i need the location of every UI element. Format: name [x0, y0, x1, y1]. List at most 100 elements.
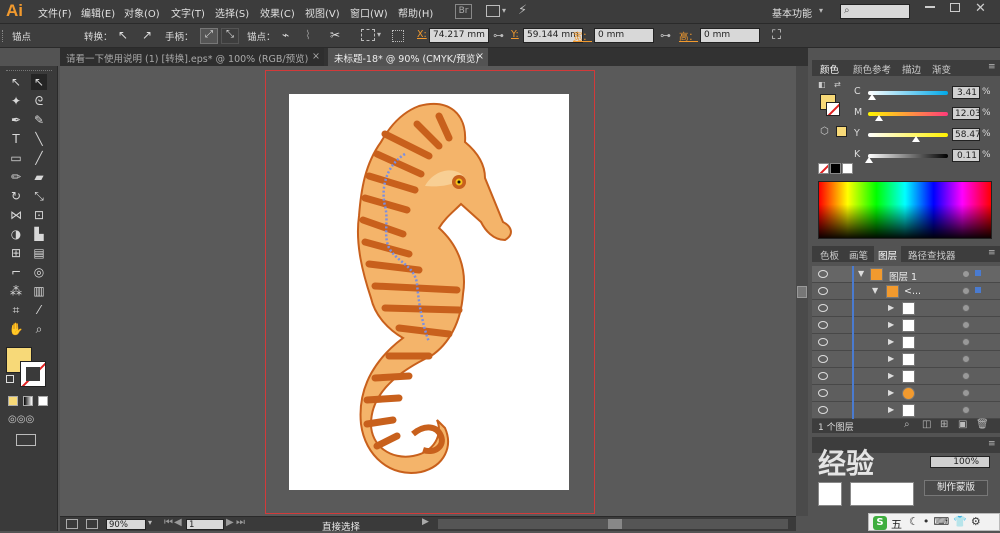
group-name[interactable]: <... — [904, 286, 921, 297]
expand-icon[interactable]: ▶ — [888, 405, 894, 414]
new-sublayer-icon[interactable]: ⊞ — [940, 419, 948, 430]
visibility-eye-icon[interactable] — [818, 321, 828, 329]
slice-tool-icon[interactable]: ⁄ — [31, 302, 47, 318]
menu-select[interactable]: 选择(S) — [215, 5, 249, 20]
page-field[interactable]: 1 — [186, 519, 224, 530]
expand-icon[interactable]: ▼ — [872, 286, 878, 295]
selection-indicator[interactable] — [975, 287, 981, 293]
height-field[interactable]: 0 mm — [700, 28, 760, 43]
target-icon[interactable] — [962, 338, 970, 346]
symbol-sprayer-tool-icon[interactable]: ⁂ — [8, 283, 24, 299]
cut-path-icon[interactable]: ✂ — [330, 28, 340, 42]
expand-icon[interactable]: ▶ — [888, 354, 894, 363]
connect-anchors-icon[interactable]: ⌇ — [305, 28, 311, 42]
tab-layers[interactable]: 图层 — [874, 246, 902, 262]
target-icon[interactable] — [962, 389, 970, 397]
magic-wand-tool-icon[interactable]: ✦ — [8, 93, 24, 109]
artboard-nav-icon[interactable] — [66, 519, 78, 529]
none-mode-icon[interactable] — [38, 396, 48, 406]
target-icon[interactable] — [962, 287, 970, 295]
vertical-scrollbar[interactable] — [796, 66, 808, 516]
menu-file[interactable]: 文件(F) — [38, 5, 72, 20]
expand-icon[interactable]: ▶ — [888, 320, 894, 329]
sublayer-row[interactable]: ▶ — [812, 368, 1000, 385]
seahorse-illustration[interactable] — [289, 94, 569, 490]
white-color-icon[interactable] — [842, 163, 853, 174]
close-window-icon[interactable]: ✕ — [975, 1, 986, 16]
delete-layer-icon[interactable]: 🗑 — [976, 419, 989, 430]
visibility-eye-icon[interactable] — [818, 270, 828, 278]
constrain-proportions-icon[interactable]: ⊶ — [660, 29, 671, 42]
menu-type[interactable]: 文字(T) — [171, 5, 205, 20]
next-artboard-icon[interactable]: ▶ — [226, 517, 234, 528]
workspace-chevron-icon[interactable]: ▾ — [819, 6, 823, 15]
make-clipping-mask-icon[interactable]: ◫ — [922, 419, 931, 430]
line-tool-icon[interactable]: ╲ — [31, 131, 47, 147]
target-icon[interactable] — [962, 372, 970, 380]
direct-selection-tool-icon[interactable]: ↖ — [31, 74, 47, 90]
panel-menu-icon[interactable]: ≡ — [988, 62, 996, 72]
zoom-field[interactable]: 90% — [106, 519, 146, 530]
status-menu-icon[interactable]: ▶ — [422, 517, 429, 527]
default-colors-icon[interactable] — [6, 375, 14, 383]
expand-icon[interactable]: ▶ — [888, 388, 894, 397]
show-handles-icon[interactable]: ⤢ — [200, 28, 218, 44]
tab-color[interactable]: 颜色 — [820, 62, 839, 76]
workspace-switcher[interactable]: 基本功能 — [772, 5, 812, 20]
channel-slider-thumb[interactable] — [874, 115, 883, 121]
x-field[interactable]: 74.217 mm — [429, 28, 489, 43]
make-mask-button[interactable]: 制作蒙版 — [924, 480, 988, 496]
menu-object[interactable]: 对象(O) — [124, 5, 160, 20]
expand-icon[interactable]: ▼ — [858, 269, 864, 278]
tab-document-2[interactable]: 未标题-18* @ 90% (CMYK/预览) × — [328, 48, 488, 66]
zoom-tool-icon[interactable]: ⌕ — [31, 321, 47, 337]
tab-gradient[interactable]: 渐变 — [932, 62, 951, 76]
link-icon[interactable]: ⊶ — [493, 29, 504, 42]
visibility-eye-icon[interactable] — [818, 287, 828, 295]
channel-slider-thumb[interactable] — [867, 94, 876, 100]
blend-tool-icon[interactable]: ◎ — [31, 264, 47, 280]
artboard[interactable] — [289, 94, 569, 490]
visibility-eye-icon[interactable] — [818, 372, 828, 380]
selection-indicator[interactable] — [975, 270, 981, 276]
maximize-icon[interactable] — [950, 3, 960, 12]
gradient-mode-icon[interactable] — [23, 396, 33, 406]
menu-help[interactable]: 帮助(H) — [398, 5, 433, 20]
rectangle-tool-icon[interactable]: ▭ — [8, 150, 24, 166]
hide-handles-icon[interactable]: ⤡ — [221, 28, 239, 44]
first-artboard-icon[interactable]: ⏮ — [164, 517, 173, 528]
selection-tool-icon[interactable]: ↖ — [8, 74, 24, 90]
channel-value[interactable]: 3.41 — [952, 86, 980, 99]
convert-to-smooth-icon[interactable]: ↗ — [142, 28, 152, 42]
panel-menu-icon[interactable]: ≡ — [988, 248, 996, 258]
target-icon[interactable] — [962, 355, 970, 363]
tab-swatches[interactable]: 色板 — [820, 248, 839, 262]
last-artboard-icon[interactable]: ⏭ — [236, 517, 245, 528]
tab-brushes[interactable]: 画笔 — [849, 248, 868, 262]
channel-slider-thumb[interactable] — [911, 136, 920, 142]
mesh-tool-icon[interactable]: ⊞ — [8, 245, 24, 261]
new-layer-icon[interactable]: ▣ — [958, 419, 967, 430]
menu-effect[interactable]: 效果(C) — [260, 5, 295, 20]
column-graph-tool-icon[interactable]: ▥ — [31, 283, 47, 299]
sublayer-row[interactable]: ▶ — [812, 300, 1000, 317]
tab-color-guide[interactable]: 颜色参考 — [853, 62, 891, 76]
sublayer-row[interactable]: ▶ — [812, 402, 1000, 419]
expand-icon[interactable]: ▶ — [888, 337, 894, 346]
visibility-eye-icon[interactable] — [818, 304, 828, 312]
panel-menu-icon[interactable]: ≡ — [988, 439, 996, 449]
export-icon[interactable] — [86, 519, 98, 529]
align-chevron-icon[interactable]: ▾ — [377, 30, 381, 39]
target-icon[interactable] — [962, 406, 970, 414]
channel-slider-track[interactable] — [868, 91, 948, 95]
scale-tool-icon[interactable]: ⤡ — [31, 188, 47, 204]
layer-row-1[interactable]: ▼ 图层 1 — [812, 266, 1000, 283]
drawing-modes-icon[interactable]: ◎◎◎ — [8, 414, 48, 426]
artboard-tool-icon[interactable]: ⌗ — [8, 302, 24, 318]
scroll-thumb[interactable] — [797, 286, 807, 298]
menu-view[interactable]: 视图(V) — [305, 5, 340, 20]
bridge-button[interactable]: Br — [455, 4, 472, 19]
color-spectrum[interactable] — [818, 181, 992, 239]
sublayer-row[interactable]: ▶ — [812, 317, 1000, 334]
minimize-icon[interactable] — [925, 6, 935, 8]
